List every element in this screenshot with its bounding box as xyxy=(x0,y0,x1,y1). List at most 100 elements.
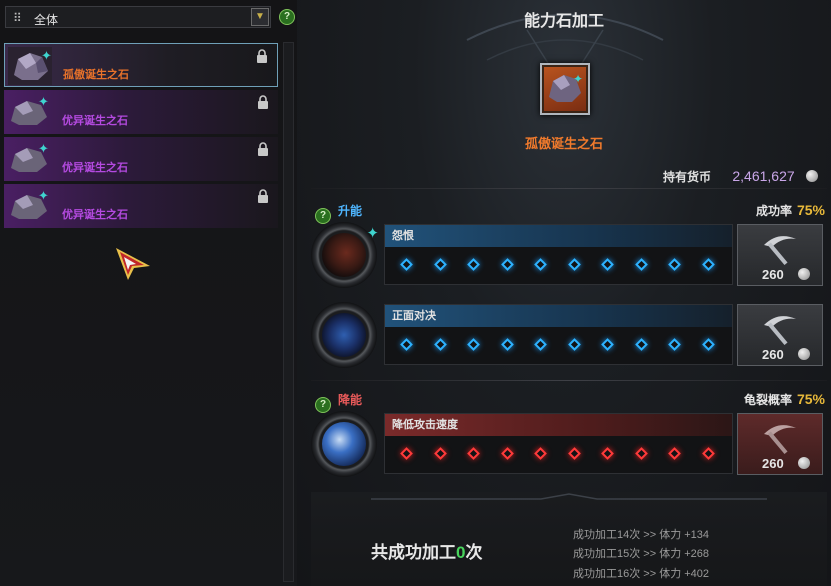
stone-list-item[interactable]: ✦ 孤傲诞生之石 xyxy=(4,43,278,87)
progress-diamond xyxy=(534,338,547,351)
page-title: 能力石加工 xyxy=(523,13,604,30)
progress-diamonds xyxy=(385,327,732,364)
progress-diamond xyxy=(701,338,715,351)
engraving-name: 怨恨 xyxy=(385,225,732,247)
lock-icon[interactable] xyxy=(256,49,268,63)
progress-diamonds xyxy=(385,247,732,284)
progress-diamond xyxy=(601,338,614,351)
progress-diamond xyxy=(634,447,648,460)
reduce-label: 降能 xyxy=(338,393,363,407)
progress-diamonds xyxy=(385,436,732,473)
crack-rate-value: 75% xyxy=(796,391,825,407)
coin-icon xyxy=(806,170,818,182)
engraving-slot xyxy=(311,302,377,368)
progress-diamond xyxy=(567,258,581,271)
divider xyxy=(311,380,827,381)
currency-value: 2,461,627 xyxy=(732,168,795,184)
success-rate: 成功率 75% xyxy=(756,202,825,219)
summary-footer: 共成功加工0次 成功加工14次 >> 体力 +134 成功加工15次 >> 体力… xyxy=(311,492,827,586)
lock-icon[interactable] xyxy=(257,189,269,203)
progress-diamond xyxy=(601,447,614,460)
coin-icon xyxy=(798,348,810,360)
filter-help-icon[interactable]: ? xyxy=(279,9,295,25)
reduce-section-header: ? 降能 xyxy=(315,391,362,413)
currency-display: 持有货币 2,461,627 xyxy=(663,168,818,185)
sparkle-icon: ✦ xyxy=(366,225,379,242)
reward-log-line: 成功加工16次 >> 体力 +402 xyxy=(573,568,710,580)
category-filter-dropdown[interactable]: ⠿ 全体 ▼ xyxy=(5,6,271,28)
ornament-divider xyxy=(371,493,767,500)
progress-diamond xyxy=(433,258,447,271)
boost-label: 升能 xyxy=(338,204,363,218)
boost-row: ✦ 怨恨 260 xyxy=(311,222,827,288)
progress-diamond xyxy=(634,258,648,271)
grid-icon: ⠿ xyxy=(13,11,22,25)
engraving-icon xyxy=(322,422,366,466)
stone-icon: ✦ xyxy=(8,47,52,85)
divider xyxy=(311,188,827,189)
pickaxe-icon xyxy=(764,316,796,346)
stone-list-item[interactable]: ✦ 优异诞生之石 xyxy=(4,90,278,134)
progress-diamond xyxy=(467,338,480,351)
progress-diamond xyxy=(701,447,715,460)
category-filter-label: 全体 xyxy=(34,13,59,27)
reward-log-line: 成功加工14次 >> 体力 +134 xyxy=(573,529,710,541)
engraving-icon xyxy=(322,233,366,277)
stone-list-item[interactable]: ✦ 优异诞生之石 xyxy=(4,137,278,181)
stone-icon: ✦ xyxy=(549,72,583,102)
boost-progress-bar: 怨恨 xyxy=(384,224,733,285)
success-rate-label: 成功率 xyxy=(755,204,792,218)
stone-icon: ✦ xyxy=(11,189,49,219)
progress-diamond xyxy=(534,258,547,271)
reduce-progress-bar: 降低攻击速度 xyxy=(384,413,733,474)
pickaxe-icon xyxy=(764,425,796,455)
stone-list-item[interactable]: ✦ 优异诞生之石 xyxy=(4,184,278,228)
progress-diamond xyxy=(467,447,480,460)
coin-icon xyxy=(798,268,810,280)
cost-value: 260 xyxy=(762,347,784,362)
processing-panel: 能力石加工 ✦ 孤傲诞生之石 持有货币 2,461,627 ? 升能 成功率 75%… xyxy=(297,0,831,586)
chevron-down-icon[interactable]: ▼ xyxy=(251,8,269,26)
cost-value: 260 xyxy=(762,267,784,282)
progress-diamond xyxy=(433,338,447,351)
process-button[interactable]: 260 xyxy=(737,413,823,475)
progress-diamond xyxy=(567,338,581,351)
progress-diamond xyxy=(701,258,715,271)
total-success-count: 共成功加工0次 xyxy=(371,543,483,562)
boost-progress-bar: 正面对决 xyxy=(384,304,733,365)
engraving-icon xyxy=(322,313,366,357)
progress-diamond xyxy=(668,447,681,460)
selected-stone-slot[interactable]: ✦ xyxy=(540,63,590,115)
stone-name: 优异诞生之石 xyxy=(62,209,128,221)
progress-diamond xyxy=(668,258,681,271)
currency-label: 持有货币 xyxy=(663,170,712,184)
progress-diamond xyxy=(500,258,514,271)
svg-text:✦: ✦ xyxy=(38,189,49,204)
inventory-scrollbar[interactable] xyxy=(283,42,294,582)
lock-icon[interactable] xyxy=(257,142,269,156)
mouse-cursor-icon xyxy=(116,248,150,280)
engraving-name: 降低攻击速度 xyxy=(385,414,732,436)
lock-icon[interactable] xyxy=(257,95,269,109)
stone-name: 优异诞生之石 xyxy=(62,115,128,127)
success-rate-value: 75% xyxy=(796,202,825,218)
engraving-slot: ✦ xyxy=(311,222,379,288)
reward-log-line: 成功加工15次 >> 体力 +268 xyxy=(573,548,710,560)
cost-value: 260 xyxy=(762,456,784,471)
svg-text:✦: ✦ xyxy=(38,142,49,157)
boost-section-header: ? 升能 xyxy=(315,202,362,224)
progress-diamond xyxy=(433,447,447,460)
progress-diamond xyxy=(467,258,480,271)
pickaxe-icon xyxy=(764,236,796,266)
progress-diamond xyxy=(634,338,648,351)
svg-text:✦: ✦ xyxy=(41,49,52,64)
progress-diamond xyxy=(400,447,413,460)
process-button[interactable]: 260 xyxy=(737,224,823,286)
crack-rate-label: 龟裂概率 xyxy=(743,393,792,407)
stone-icon: ✦ xyxy=(11,142,49,172)
progress-diamond xyxy=(567,447,581,460)
process-button[interactable]: 260 xyxy=(737,304,823,366)
reduce-row: 降低攻击速度 260 xyxy=(311,411,827,477)
inventory-panel: ⠿ 全体 ▼ ? ✦ 孤傲诞生之石 ✦ 优异诞生之石 ✦ 优异诞生之石 ✦ 优异… xyxy=(0,0,297,586)
stone-icon: ✦ xyxy=(11,95,49,125)
